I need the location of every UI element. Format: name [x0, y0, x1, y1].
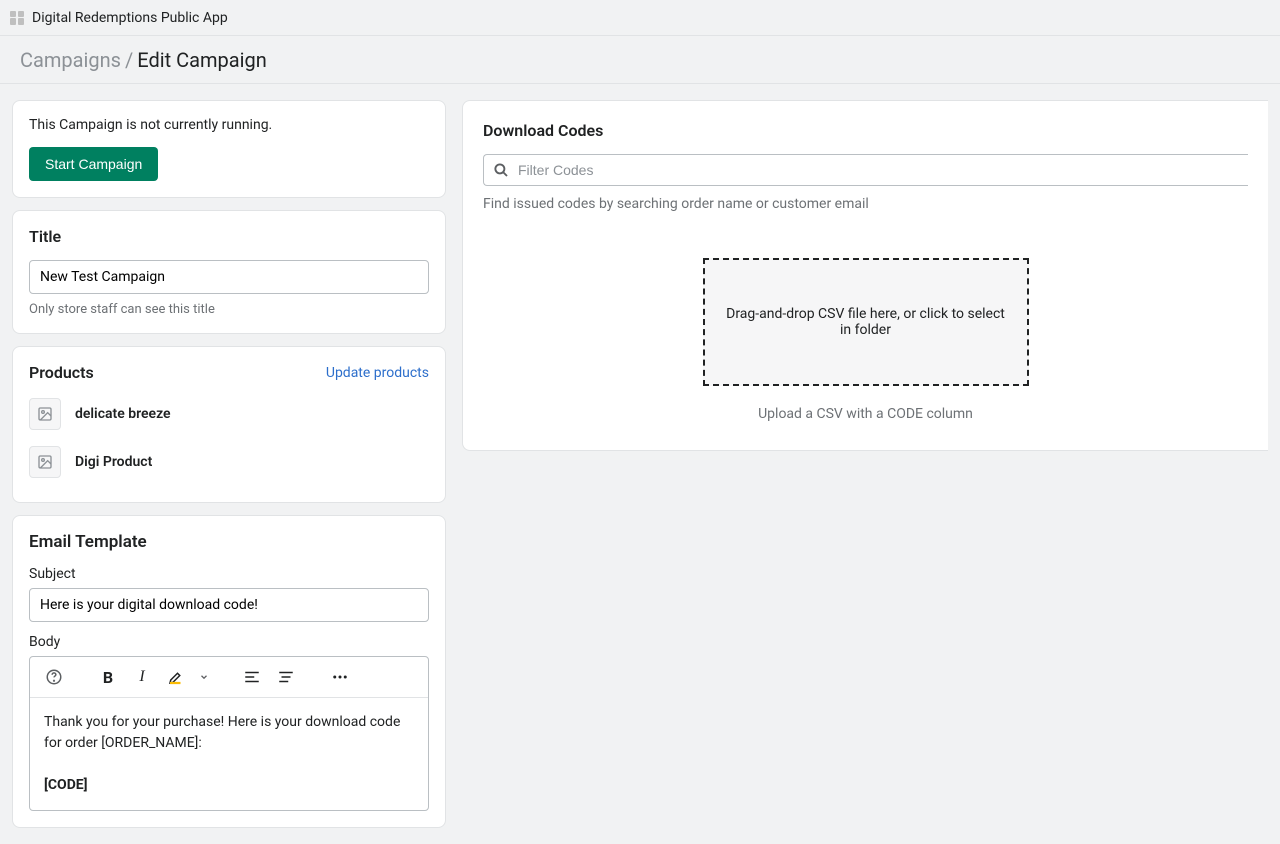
filter-codes-search[interactable] — [483, 154, 1248, 186]
status-card: This Campaign is not currently running. … — [12, 100, 446, 198]
product-name: Digi Product — [75, 454, 152, 470]
products-heading: Products — [29, 363, 94, 382]
image-placeholder-icon — [29, 446, 61, 478]
start-campaign-button[interactable]: Start Campaign — [29, 147, 158, 181]
bold-icon[interactable]: B — [94, 663, 122, 691]
app-title: Digital Redemptions Public App — [32, 10, 228, 26]
email-heading: Email Template — [29, 532, 429, 552]
editor-content[interactable]: Thank you for your purchase! Here is you… — [30, 698, 428, 810]
body-editor: B I — [29, 656, 429, 811]
more-icon[interactable] — [326, 663, 354, 691]
breadcrumb-current: Edit Campaign — [137, 48, 267, 72]
chevron-down-icon[interactable] — [196, 663, 212, 691]
align-center-icon[interactable] — [272, 663, 300, 691]
editor-toolbar: B I — [30, 657, 428, 698]
highlight-icon[interactable] — [162, 663, 190, 691]
email-template-card: Email Template Subject Body B I — [12, 515, 446, 828]
update-products-link[interactable]: Update products — [326, 365, 429, 381]
download-codes-card: Download Codes Find issued codes by sear… — [462, 100, 1268, 451]
subject-input[interactable] — [29, 588, 429, 622]
body-line-2: [CODE] — [44, 777, 88, 793]
title-helper: Only store staff can see this title — [29, 302, 429, 317]
breadcrumb-parent[interactable]: Campaigns — [20, 48, 121, 72]
align-left-icon[interactable] — [238, 663, 266, 691]
subject-label: Subject — [29, 566, 429, 582]
csv-dropzone[interactable]: Drag-and-drop CSV file here, or click to… — [703, 258, 1029, 386]
product-item: Digi Product — [29, 438, 429, 486]
dropzone-text: Drag-and-drop CSV file here, or click to… — [725, 306, 1007, 338]
body-label: Body — [29, 634, 429, 650]
campaign-title-input[interactable] — [29, 260, 429, 294]
products-card: Products Update products delicate breeze… — [12, 346, 446, 503]
campaign-status-text: This Campaign is not currently running. — [29, 117, 429, 133]
product-item: delicate breeze — [29, 390, 429, 438]
product-name: delicate breeze — [75, 406, 171, 422]
download-heading: Download Codes — [483, 121, 1248, 140]
filter-helper: Find issued codes by searching order nam… — [483, 196, 1248, 212]
breadcrumb-separator: / — [125, 48, 133, 72]
help-icon[interactable] — [40, 663, 68, 691]
app-logo-icon — [10, 11, 24, 25]
breadcrumb: Campaigns / Edit Campaign — [0, 36, 1280, 84]
filter-codes-input[interactable] — [518, 162, 1240, 178]
dropzone-helper: Upload a CSV with a CODE column — [758, 406, 973, 422]
italic-icon[interactable]: I — [128, 663, 156, 691]
top-bar: Digital Redemptions Public App — [0, 0, 1280, 36]
body-line-1: Thank you for your purchase! Here is you… — [44, 712, 414, 754]
title-heading: Title — [29, 227, 429, 246]
title-card: Title Only store staff can see this titl… — [12, 210, 446, 334]
image-placeholder-icon — [29, 398, 61, 430]
search-icon — [492, 161, 510, 179]
